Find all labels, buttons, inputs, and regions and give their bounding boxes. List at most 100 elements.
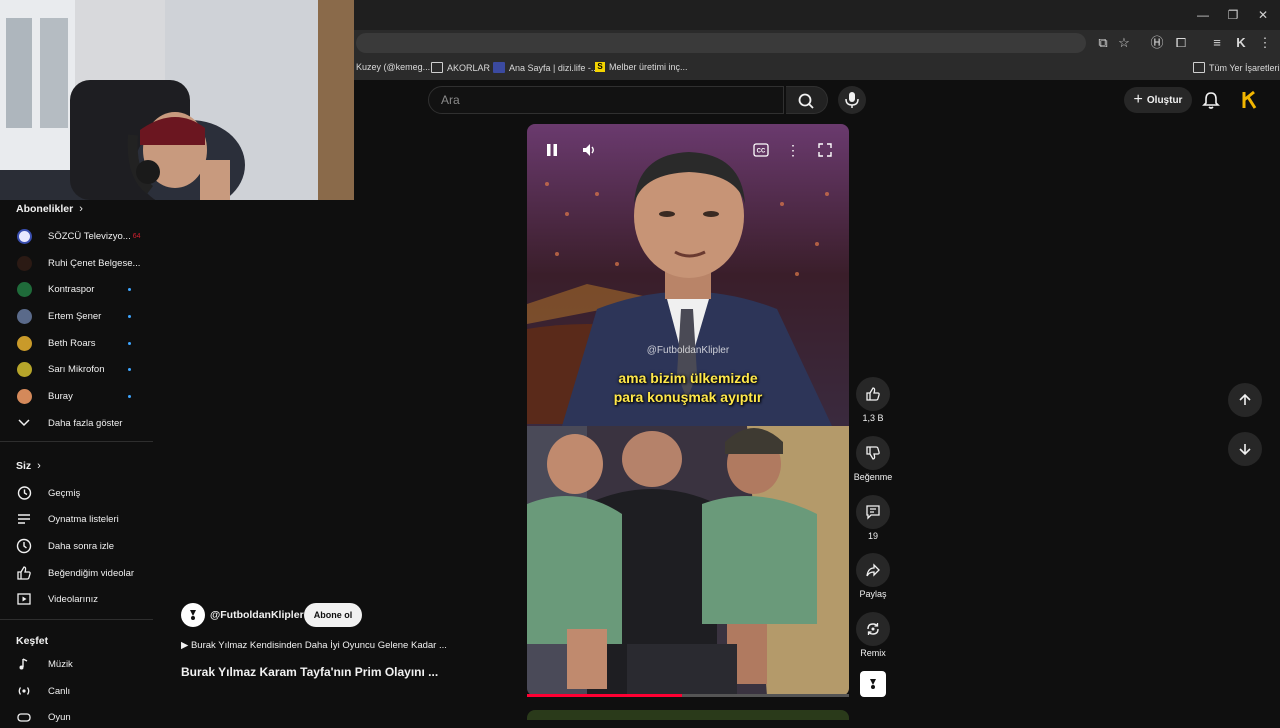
thumbs-up-icon <box>16 565 32 581</box>
you-heading[interactable]: Siz › <box>16 460 41 472</box>
explore-title: Keşfet <box>16 635 49 647</box>
sidebar-item-watch-later[interactable]: Daha sonra izle <box>16 535 156 557</box>
sidebar-item-label: Müzik <box>48 658 73 670</box>
remix-label: Remix <box>860 648 886 658</box>
share-button[interactable] <box>856 553 890 587</box>
video-progress-fill <box>527 694 682 697</box>
sidebar-divider <box>0 441 153 442</box>
sidebar-item-label: Videolarınız <box>48 593 98 605</box>
channel-watermark: @FutboldanKlipler <box>646 345 730 356</box>
sidebar-item-ruhi-cenet[interactable]: Ruhi Çenet Belgese... <box>16 252 156 274</box>
pause-icon <box>547 144 557 156</box>
plus-icon: + <box>1133 91 1143 108</box>
bookmark-akorlar[interactable]: AKORLAR <box>431 62 490 73</box>
comments-button[interactable] <box>856 495 890 529</box>
minimize-button[interactable]: — <box>1190 4 1216 26</box>
voice-search-button[interactable] <box>838 86 866 114</box>
arrow-down-icon <box>1239 444 1251 456</box>
svg-text:CC: CC <box>757 149 766 155</box>
sidebar-item-liked-videos[interactable]: Beğendiğim videolar <box>16 562 156 584</box>
expand-icon <box>818 143 832 157</box>
previous-short-button[interactable] <box>1228 383 1262 417</box>
browser-menu-icon[interactable]: ⋮ <box>1256 34 1274 52</box>
all-bookmarks[interactable]: Tüm Yer İşaretleri <box>1193 62 1280 73</box>
account-avatar[interactable] <box>1240 89 1260 111</box>
subtitle-line-2: para konuşmak ayıptır <box>613 389 763 405</box>
channel-name[interactable]: @FutboldanKlipler <box>210 609 304 621</box>
bookmark-kuzey[interactable]: Kuzey (@kemeg... <box>356 62 430 72</box>
new-content-dot <box>128 342 131 345</box>
comment-icon <box>866 505 880 520</box>
sidebar-item-live[interactable]: Canlı <box>16 680 156 702</box>
comment-count: 19 <box>867 531 878 541</box>
sidebar-item-label: Oynatma listeleri <box>48 513 119 525</box>
fullscreen-button[interactable] <box>813 138 837 162</box>
live-icon <box>16 683 32 699</box>
chevron-down-icon <box>16 415 32 431</box>
notifications-bell-icon[interactable] <box>1200 89 1222 111</box>
more-options-button[interactable]: ⋮ <box>781 138 805 162</box>
sidebar-item-label: Buray <box>48 390 73 402</box>
profile-k-icon[interactable]: K <box>1232 34 1250 52</box>
shorts-video-player[interactable] <box>527 124 849 696</box>
live-badge: 64 <box>132 232 141 240</box>
folder-icon <box>1193 62 1205 73</box>
install-app-icon[interactable]: ⧉ <box>1094 34 1112 52</box>
remix-button[interactable] <box>856 612 890 646</box>
webcam-overlay <box>0 0 354 200</box>
channel-avatar[interactable] <box>181 603 205 627</box>
sidebar-item-history[interactable]: Geçmiş <box>16 482 156 504</box>
sidebar-item-playlists[interactable]: Oynatma listeleri <box>16 508 156 530</box>
bookmark-melber[interactable]: S Melber üretimi inç... <box>595 62 688 72</box>
sidebar-item-kontraspor[interactable]: Kontraspor <box>16 278 156 300</box>
sidebar-item-sari-mikrofon[interactable]: Sarı Mikrofon <box>16 358 156 380</box>
next-short-button[interactable] <box>1228 432 1262 466</box>
channel-logo-icon <box>870 679 876 689</box>
sidebar-item-beth-roars[interactable]: Beth Roars <box>16 332 156 354</box>
share-icon <box>866 563 880 577</box>
game-icon <box>16 709 32 725</box>
restore-button[interactable]: ❐ <box>1220 4 1246 26</box>
sidebar-divider <box>0 619 153 620</box>
bookmark-dizi-life[interactable]: Ana Sayfa | dizi.life -... <box>493 62 598 73</box>
bookmark-label: AKORLAR <box>447 62 491 73</box>
folder-icon <box>431 62 443 73</box>
sidebar-item-music[interactable]: Müzik <box>16 653 156 675</box>
sidebar-item-buray[interactable]: Buray <box>16 385 156 407</box>
sidebar-item-label: Kontraspor <box>48 283 95 295</box>
explore-heading: Keşfet <box>16 635 48 647</box>
like-count: 1,3 B <box>862 413 884 423</box>
playlist-icon <box>16 511 32 527</box>
create-button[interactable]: + Oluştur <box>1124 87 1192 113</box>
channel-avatar <box>16 335 32 351</box>
audio-source-thumbnail[interactable] <box>860 671 886 697</box>
captions-button[interactable]: CC <box>749 138 773 162</box>
k-logo-icon <box>1242 90 1257 109</box>
new-content-dot <box>128 368 131 371</box>
subscribe-button[interactable]: Abone ol <box>304 603 362 627</box>
media-control-icon[interactable]: ≡ <box>1208 34 1226 52</box>
dislike-button[interactable] <box>856 436 890 470</box>
dislike-label: Beğenme <box>853 472 893 482</box>
extension-h-icon[interactable]: Ⓗ <box>1148 34 1166 52</box>
sidebar-item-sozcu[interactable]: SÖZCÜ Televizyo... 64 <box>16 225 156 247</box>
close-window-button[interactable]: ✕ <box>1250 4 1276 26</box>
volume-button[interactable] <box>577 138 601 162</box>
sidebar-item-gaming[interactable]: Oyun <box>16 706 156 728</box>
subscriptions-heading[interactable]: Abonelikler › <box>16 203 83 215</box>
like-button[interactable] <box>856 377 890 411</box>
bookmark-star-icon[interactable]: ☆ <box>1115 34 1133 52</box>
search-input[interactable] <box>429 87 761 113</box>
pause-button[interactable] <box>540 138 564 162</box>
next-short-preview <box>527 710 849 720</box>
address-input[interactable] <box>356 33 1086 53</box>
extensions-puzzle-icon[interactable]: ⧠ <box>1172 34 1190 52</box>
show-more-button[interactable]: Daha fazla göster <box>16 412 156 434</box>
sidebar-item-ertem-sener[interactable]: Ertem Şener <box>16 305 156 327</box>
sidebar-item-your-videos[interactable]: Videolarınız <box>16 588 156 610</box>
sidebar-item-label: Canlı <box>48 685 71 697</box>
sidebar-item-label: Sarı Mikrofon <box>48 363 105 375</box>
new-content-dot <box>128 315 131 318</box>
playlist-link[interactable]: ▶ Burak Yılmaz Kendisinden Daha İyi Oyun… <box>181 640 447 651</box>
search-button[interactable] <box>786 86 828 114</box>
